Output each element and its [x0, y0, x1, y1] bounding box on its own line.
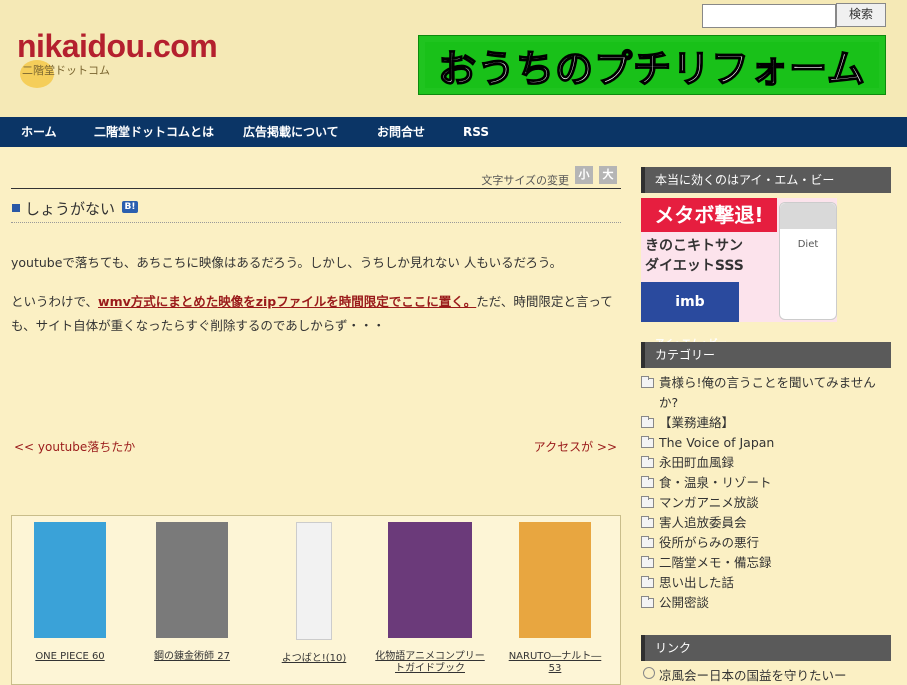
zip-download-link[interactable]: wmv方式にまとめた映像をzipファイルを時間限定でここに置く。 [98, 294, 476, 309]
ad-bottle-image: Diet [779, 202, 837, 320]
main-nav: ホーム 二階堂ドットコムとは 広告掲載について お問合せ RSS [0, 117, 907, 147]
folder-icon [641, 556, 654, 568]
prev-post-link[interactable]: << youtube落ちたか [14, 438, 135, 455]
category-item[interactable]: 永田町血風録 [641, 453, 891, 473]
book-cover-image[interactable] [34, 522, 106, 638]
ad-red-text: メタボ撃退! [641, 198, 777, 232]
banner-text: おうちのプチリフォーム [437, 46, 866, 92]
book-item[interactable]: ONE PIECE 60 [26, 522, 114, 663]
book-item[interactable]: NARUTO―ナルト― 53 [506, 522, 604, 675]
category-item[interactable]: 役所がらみの悪行 [641, 533, 891, 553]
site-subtitle: 二階堂ドットコム [22, 64, 110, 77]
folder-icon [641, 596, 654, 608]
folder-icon [641, 436, 654, 448]
post-paragraph-2: というわけで、wmv方式にまとめた映像をzipファイルを時間限定でここに置く。た… [11, 294, 613, 333]
category-item[interactable]: 害人追放委員会 [641, 513, 891, 533]
header-banner-ad[interactable]: おうちのプチリフォーム [418, 35, 886, 95]
sidebar-ad-banner[interactable]: メタボ撃退! きのこキトサン ダイエットSSS imbアイ・エム・ビー Diet [641, 198, 837, 349]
book-title[interactable]: よつばと!(10) [270, 653, 358, 665]
hatena-bookmark-icon[interactable]: B! [122, 201, 138, 213]
post-title: しょうがない [25, 200, 116, 218]
category-item[interactable]: 公開密談 [641, 593, 891, 613]
folder-icon [641, 476, 654, 488]
category-list: 貴様ら!俺の言うことを聞いてみませんか? 【業務連絡】 The Voice of… [641, 373, 891, 613]
search-input[interactable] [702, 4, 836, 28]
book-title[interactable]: 化物語アニメコンプリートガイドブック [374, 651, 486, 675]
search-button[interactable]: 検索 [836, 3, 886, 27]
nav-advertise[interactable]: 広告掲載について [243, 117, 339, 147]
nav-about[interactable]: 二階堂ドットコムとは [94, 117, 214, 147]
folder-icon [641, 516, 654, 528]
font-small-button[interactable]: 小 [575, 166, 593, 184]
category-item[interactable]: 二階堂メモ・備忘録 [641, 553, 891, 573]
book-item[interactable]: 鋼の錬金術師 27 [148, 522, 236, 663]
category-item[interactable]: 食・温泉・リゾート [641, 473, 891, 493]
category-item[interactable]: マンガアニメ放談 [641, 493, 891, 513]
font-size-bar: 文字サイズの変更 小 大 [11, 166, 621, 189]
font-size-label: 文字サイズの変更 [481, 174, 569, 187]
folder-icon [641, 456, 654, 468]
nav-contact[interactable]: お問合せ [377, 117, 425, 147]
book-cover-image[interactable] [388, 522, 472, 638]
book-title[interactable]: 鋼の錬金術師 27 [148, 651, 236, 663]
category-item[interactable]: 【業務連絡】 [641, 413, 891, 433]
book-item[interactable]: 化物語アニメコンプリートガイドブック [374, 522, 486, 675]
book-cover-image[interactable] [296, 522, 332, 640]
category-item[interactable]: 貴様ら!俺の言うことを聞いてみませんか? [641, 373, 891, 413]
folder-icon [641, 496, 654, 508]
post-title-row: しょうがない B! [11, 198, 621, 223]
folder-icon [641, 576, 654, 588]
book-title[interactable]: ONE PIECE 60 [26, 651, 114, 663]
category-heading: カテゴリー [641, 342, 891, 368]
folder-icon [641, 416, 654, 428]
post-paragraph-1: youtubeで落ちても、あちこちに映像はあるだろう。しかし、うちしか見れない … [11, 255, 563, 270]
ad-brand-logo: imbアイ・エム・ビー [641, 282, 739, 349]
book-title[interactable]: NARUTO―ナルト― 53 [506, 651, 604, 675]
folder-icon [641, 536, 654, 548]
folder-icon [641, 376, 654, 388]
book-cover-image[interactable] [156, 522, 228, 638]
title-bullet-icon [12, 204, 20, 212]
category-item[interactable]: 思い出した話 [641, 573, 891, 593]
site-logo[interactable]: nikaidou.com [17, 28, 218, 65]
ad-heading: 本当に効くのはアイ・エム・ビー [641, 167, 891, 193]
ad-product-text: きのこキトサン ダイエットSSS [645, 238, 744, 274]
person-icon [643, 667, 655, 679]
book-item[interactable]: よつばと!(10) [270, 522, 358, 665]
nav-rss[interactable]: RSS [463, 117, 489, 147]
link-heading: リンク [641, 635, 891, 661]
next-post-link[interactable]: アクセスが >> [534, 438, 617, 455]
nav-home[interactable]: ホーム [21, 117, 57, 147]
book-cover-image[interactable] [519, 522, 591, 638]
link-item[interactable]: 凉風会ー日本の国益を守りたいー [641, 665, 907, 684]
book-showcase: ONE PIECE 60 鋼の錬金術師 27 よつばと!(10) 化物語アニメコ… [11, 515, 621, 685]
site-header: 検索 nikaidou.com 二階堂ドットコム おうちのプチリフォーム [0, 0, 907, 117]
category-item[interactable]: The Voice of Japan [641, 433, 891, 453]
font-large-button[interactable]: 大 [599, 166, 617, 184]
